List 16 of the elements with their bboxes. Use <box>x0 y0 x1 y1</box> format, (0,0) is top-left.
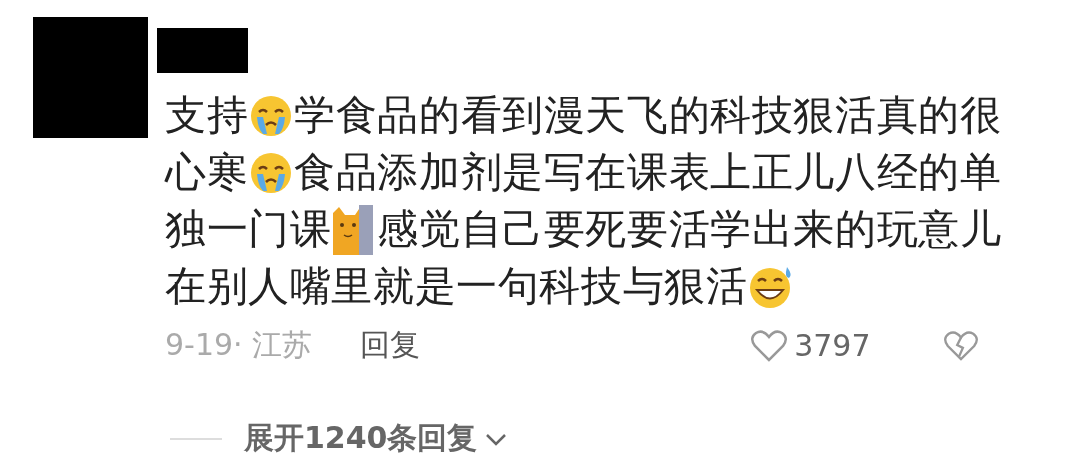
comment-text: 感觉自己要死要活学出来的玩意儿 <box>377 204 1002 255</box>
crying-face-icon <box>250 94 293 137</box>
comment-text: 食品添加剂是写在课表上正儿八经的单 <box>294 147 1002 198</box>
heart-icon[interactable] <box>750 328 789 363</box>
expand-replies-link[interactable]: 展开1240条回复 <box>244 418 508 459</box>
comment-text: 心寒 <box>165 147 249 198</box>
comment-text: 独一门课 <box>165 204 332 255</box>
broken-heart-icon[interactable] <box>942 329 979 362</box>
reply-link[interactable]: 回复 <box>360 325 421 366</box>
comment-text: 学食品的看到漫天飞的科技狠活真的很 <box>294 90 1002 141</box>
date-location: 9-19· 江苏 <box>165 326 313 364</box>
comment-text: 在别人嘴里就是一句科技与狠活 <box>165 261 748 312</box>
crying-face-icon <box>250 151 293 194</box>
cat-peeking-icon <box>333 204 376 255</box>
comment-text: 支持 <box>165 90 249 141</box>
like-count: 3797 <box>794 328 871 363</box>
